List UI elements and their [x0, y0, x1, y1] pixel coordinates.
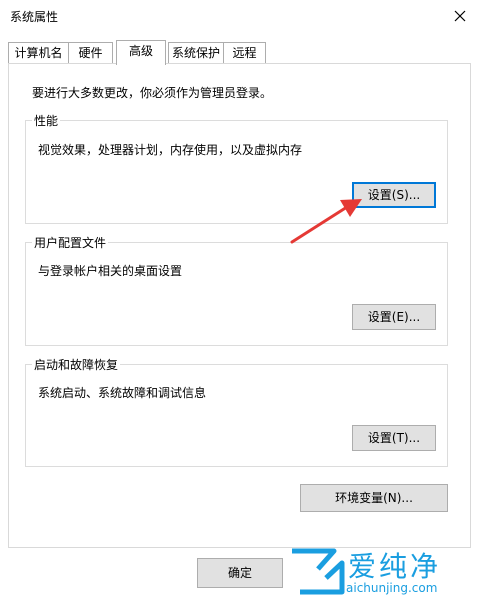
window-title: 系统属性 [10, 10, 59, 24]
tab-remote[interactable]: 远程 [223, 42, 266, 64]
environment-variables-button[interactable]: 环境变量(N)... [300, 484, 448, 512]
admin-notice: 要进行大多数更改，你必须作为管理员登录。 [32, 86, 273, 100]
user-profiles-settings-button[interactable]: 设置(E)... [352, 304, 436, 330]
watermark-text-cn: 爱纯净 [348, 550, 442, 583]
watermark: 爱纯净 aichunjing.com [288, 545, 479, 598]
tab-system-protection[interactable]: 系统保护 [168, 42, 224, 64]
tab-computer-name[interactable]: 计算机名 [8, 42, 69, 64]
performance-settings-button[interactable]: 设置(S)... [352, 182, 436, 208]
user-profiles-group-title: 用户配置文件 [32, 234, 109, 251]
watermark-logo-icon [292, 548, 345, 595]
close-icon [454, 10, 466, 22]
performance-group-title: 性能 [32, 112, 61, 129]
startup-recovery-group: 启动和故障恢复 系统启动、系统故障和调试信息 设置(T)... [25, 356, 448, 467]
user-profiles-group: 用户配置文件 与登录帐户相关的桌面设置 设置(E)... [25, 234, 448, 346]
tab-hardware[interactable]: 硬件 [68, 42, 113, 64]
startup-recovery-group-title: 启动和故障恢复 [32, 356, 121, 373]
user-profiles-description: 与登录帐户相关的桌面设置 [38, 264, 183, 278]
performance-description: 视觉效果，处理器计划，内存使用，以及虚拟内存 [38, 143, 303, 157]
tab-advanced[interactable]: 高级 [116, 40, 166, 65]
startup-recovery-settings-button[interactable]: 设置(T)... [352, 425, 436, 451]
title-bar: 系统属性 [0, 0, 479, 32]
startup-recovery-description: 系统启动、系统故障和调试信息 [38, 386, 207, 400]
ok-button[interactable]: 确定 [197, 558, 283, 588]
tab-strip: 计算机名 硬件 高级 系统保护 远程 [8, 40, 471, 65]
performance-group: 性能 视觉效果，处理器计划，内存使用，以及虚拟内存 设置(S)... [25, 112, 448, 224]
watermark-text-en: aichunjing.com [346, 581, 438, 595]
close-button[interactable] [441, 0, 479, 32]
